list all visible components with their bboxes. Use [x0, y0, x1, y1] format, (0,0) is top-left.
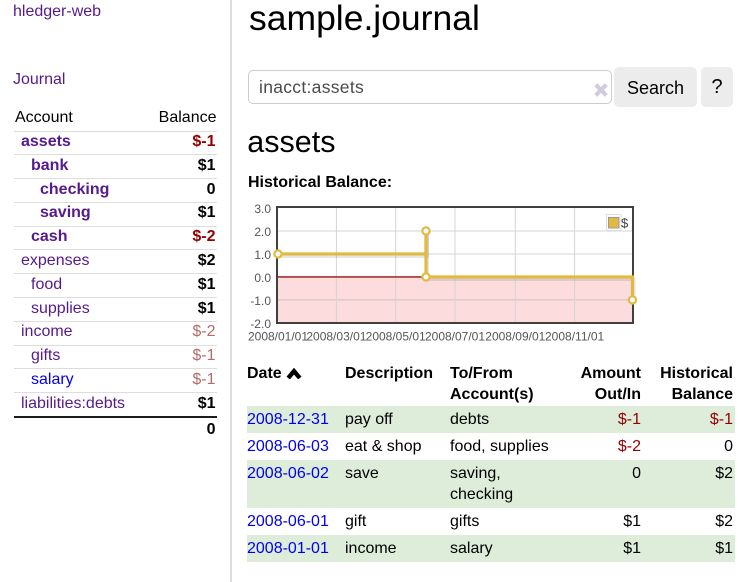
- svg-text:-1.0: -1.0: [250, 294, 271, 308]
- svg-text:$: $: [621, 216, 629, 231]
- svg-text:2008/05/01: 2008/05/01: [366, 330, 426, 344]
- svg-text:2008/11/01: 2008/11/01: [545, 330, 604, 344]
- svg-text:0.0: 0.0: [254, 271, 271, 285]
- svg-text:2008/09/01: 2008/09/01: [485, 330, 545, 344]
- svg-text:2008/01/01: 2008/01/01: [248, 330, 308, 344]
- svg-text:2.0: 2.0: [254, 225, 271, 239]
- svg-text:3.0: 3.0: [254, 202, 271, 216]
- svg-text:2008/03/01: 2008/03/01: [306, 330, 366, 344]
- svg-text:1.0: 1.0: [254, 248, 271, 262]
- svg-text:2008/07/01: 2008/07/01: [425, 330, 485, 344]
